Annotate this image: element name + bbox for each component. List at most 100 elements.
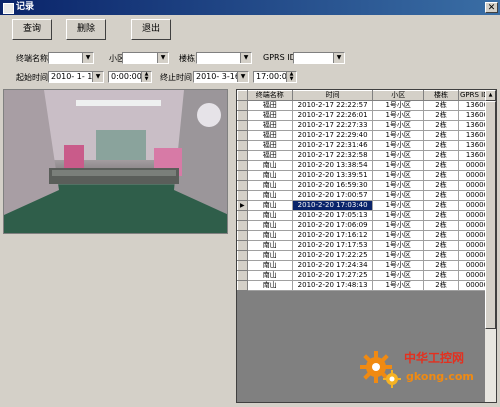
table-row[interactable]: 福田 2010-2-17 22:26:01 1号小区 2栋 13600 — [237, 110, 496, 121]
start-time-stepper[interactable]: 0:00:00 ▲ ▼ — [108, 71, 152, 83]
row-indicator[interactable] — [237, 260, 248, 271]
table-row[interactable]: 南山 2010-2-20 17:06:09 1号小区 2栋 00000 — [237, 220, 496, 231]
cell-time[interactable]: 2010-2-20 13:38:54 — [291, 160, 374, 171]
table-row[interactable]: 福田 2010-2-17 22:29:40 1号小区 2栋 13600 — [237, 130, 496, 141]
cell-district[interactable]: 1号小区 — [372, 180, 425, 191]
cell-time[interactable]: 2010-2-20 17:16:12 — [291, 230, 374, 241]
cell-building[interactable]: 2栋 — [423, 200, 459, 211]
cell-building[interactable]: 2栋 — [423, 210, 459, 221]
scroll-thumb[interactable] — [485, 101, 496, 329]
cell-building[interactable]: 2栋 — [423, 240, 459, 251]
chevron-down-icon[interactable]: ▼ — [237, 72, 248, 82]
row-indicator[interactable] — [237, 240, 248, 251]
cell-district[interactable]: 1号小区 — [372, 120, 425, 131]
column-header-time[interactable]: 时间 — [291, 90, 374, 101]
row-indicator[interactable] — [237, 110, 248, 121]
terminal-select[interactable]: ▼ — [48, 52, 94, 64]
cell-time[interactable]: 2010-2-20 17:06:09 — [291, 220, 374, 231]
cell-building[interactable]: 2栋 — [423, 110, 459, 121]
cell-terminal[interactable]: 福田 — [246, 130, 293, 141]
cell-terminal[interactable]: 南山 — [246, 220, 293, 231]
cell-time[interactable]: 2010-2-20 17:17:53 — [291, 240, 374, 251]
cell-terminal[interactable]: 南山 — [246, 170, 293, 181]
row-indicator[interactable] — [237, 170, 248, 181]
table-row[interactable]: 南山 2010-2-20 16:59:30 1号小区 2栋 00000 — [237, 180, 496, 191]
row-indicator[interactable] — [237, 140, 248, 151]
column-header-building[interactable]: 楼栋 — [423, 90, 459, 101]
cell-time[interactable]: 2010-2-20 17:27:25 — [291, 270, 374, 281]
cell-terminal[interactable]: 福田 — [246, 140, 293, 151]
table-row[interactable]: 南山 2010-2-20 13:39:51 1号小区 2栋 00000 — [237, 170, 496, 181]
cell-building[interactable]: 2栋 — [423, 130, 459, 141]
cell-district[interactable]: 1号小区 — [372, 130, 425, 141]
cell-time[interactable]: 2010-2-17 22:27:33 — [291, 120, 374, 131]
exit-button[interactable]: 退出 — [131, 19, 171, 40]
cell-district[interactable]: 1号小区 — [372, 260, 425, 271]
close-button[interactable]: ✕ — [485, 2, 498, 13]
cell-terminal[interactable]: 福田 — [246, 120, 293, 131]
cell-district[interactable]: 1号小区 — [372, 240, 425, 251]
table-row[interactable]: 南山 2010-2-20 17:24:34 1号小区 2栋 00000 — [237, 260, 496, 271]
cell-terminal[interactable]: 南山 — [246, 180, 293, 191]
cell-time[interactable]: 2010-2-20 17:22:25 — [291, 250, 374, 261]
table-row[interactable]: 福田 2010-2-17 22:22:57 1号小区 2栋 13600 — [237, 100, 496, 111]
spin-arrows-icon[interactable]: ▲ ▼ — [141, 72, 151, 82]
chevron-down-icon[interactable]: ▼ — [82, 53, 93, 63]
scroll-up-icon[interactable]: ▲ — [485, 90, 496, 101]
cell-time[interactable]: 2010-2-20 17:05:13 — [291, 210, 374, 221]
query-button[interactable]: 查询 — [12, 19, 52, 40]
cell-district[interactable]: 1号小区 — [372, 220, 425, 231]
cell-time[interactable]: 2010-2-17 22:32:58 — [291, 150, 374, 161]
table-row[interactable]: 南山 2010-2-20 17:48:13 1号小区 2栋 00000 — [237, 280, 496, 291]
cell-time[interactable]: 2010-2-20 17:48:13 — [291, 280, 374, 291]
end-date-picker[interactable]: 2010- 3-16 ▼ — [193, 71, 249, 83]
row-indicator[interactable] — [237, 270, 248, 281]
cell-building[interactable]: 2栋 — [423, 260, 459, 271]
cell-time[interactable]: 2010-2-20 17:03:40 — [291, 200, 374, 211]
cell-time[interactable]: 2010-2-20 17:24:34 — [291, 260, 374, 271]
row-indicator[interactable] — [237, 180, 248, 191]
table-row[interactable]: 南山 2010-2-20 17:00:57 1号小区 2栋 00000 — [237, 190, 496, 201]
cell-building[interactable]: 2栋 — [423, 180, 459, 191]
row-indicator[interactable] — [237, 230, 248, 241]
chevron-down-icon[interactable]: ▼ — [240, 53, 251, 63]
start-date-picker[interactable]: 2010- 1- 1 ▼ — [48, 71, 104, 83]
table-row[interactable]: 南山 2010-2-20 17:17:53 1号小区 2栋 00000 — [237, 240, 496, 251]
row-indicator[interactable] — [237, 150, 248, 161]
delete-button[interactable]: 删除 — [66, 19, 106, 40]
table-row[interactable]: ▶ 南山 2010-2-20 17:03:40 1号小区 2栋 00000 — [237, 200, 496, 211]
table-row[interactable]: 福田 2010-2-17 22:27:33 1号小区 2栋 13600 — [237, 120, 496, 131]
cell-district[interactable]: 1号小区 — [372, 150, 425, 161]
cell-district[interactable]: 1号小区 — [372, 280, 425, 291]
cell-building[interactable]: 2栋 — [423, 190, 459, 201]
cell-terminal[interactable]: 福田 — [246, 100, 293, 111]
cell-district[interactable]: 1号小区 — [372, 270, 425, 281]
row-indicator[interactable] — [237, 190, 248, 201]
cell-terminal[interactable]: 南山 — [246, 270, 293, 281]
building-select[interactable]: ▼ — [196, 52, 252, 64]
cell-terminal[interactable]: 南山 — [246, 240, 293, 251]
column-header-terminal[interactable]: 终端名称 — [246, 90, 293, 101]
row-indicator[interactable] — [237, 130, 248, 141]
cell-district[interactable]: 1号小区 — [372, 210, 425, 221]
row-indicator[interactable] — [237, 250, 248, 261]
row-indicator[interactable]: ▶ — [237, 200, 248, 211]
cell-time[interactable]: 2010-2-20 17:00:57 — [291, 190, 374, 201]
cell-district[interactable]: 1号小区 — [372, 110, 425, 121]
cell-terminal[interactable]: 南山 — [246, 260, 293, 271]
table-row[interactable]: 南山 2010-2-20 17:05:13 1号小区 2栋 00000 — [237, 210, 496, 221]
cell-terminal[interactable]: 福田 — [246, 150, 293, 161]
cell-building[interactable]: 2栋 — [423, 250, 459, 261]
table-row[interactable]: 南山 2010-2-20 13:38:54 1号小区 2栋 00000 — [237, 160, 496, 171]
cell-building[interactable]: 2栋 — [423, 120, 459, 131]
row-indicator[interactable] — [237, 100, 248, 111]
cell-terminal[interactable]: 南山 — [246, 280, 293, 291]
cell-time[interactable]: 2010-2-17 22:31:46 — [291, 140, 374, 151]
cell-building[interactable]: 2栋 — [423, 270, 459, 281]
chevron-down-icon[interactable]: ▼ — [92, 72, 103, 82]
cell-time[interactable]: 2010-2-17 22:29:40 — [291, 130, 374, 141]
spin-arrows-icon[interactable]: ▲ ▼ — [286, 72, 296, 82]
cell-terminal[interactable]: 南山 — [246, 250, 293, 261]
row-indicator[interactable] — [237, 160, 248, 171]
cell-district[interactable]: 1号小区 — [372, 170, 425, 181]
